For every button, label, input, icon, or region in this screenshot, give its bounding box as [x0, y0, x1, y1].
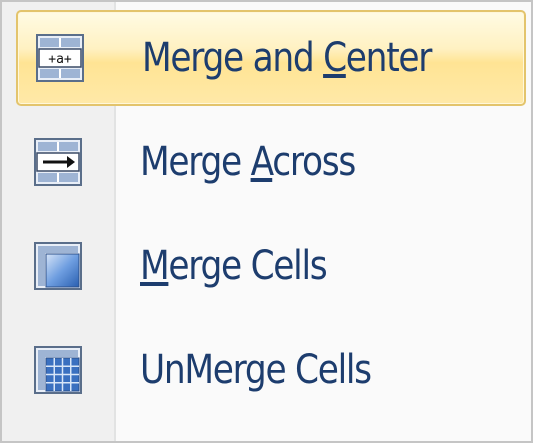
merge-cells-icon	[34, 242, 82, 290]
merge-across-item[interactable]: Merge Across	[16, 116, 526, 212]
merge-dropdown-menu: +a+ Merge and Center Merge Across Merge …	[0, 0, 533, 443]
unmerge-cells-item[interactable]: UnMerge Cells	[16, 324, 526, 420]
merge-and-center-item[interactable]: +a+ Merge and Center	[16, 10, 526, 106]
merge-across-label: Merge Across	[140, 139, 356, 185]
merge-across-icon	[34, 138, 82, 186]
unmerge-cells-icon	[34, 346, 82, 394]
merge-cells-item[interactable]: Merge Cells	[16, 220, 526, 316]
unmerge-cells-label: UnMerge Cells	[140, 347, 372, 393]
merge-and-center-icon: +a+	[36, 34, 84, 82]
merge-center-icon-glyph: +a+	[48, 52, 72, 67]
merge-cells-label: Merge Cells	[140, 243, 328, 289]
merge-and-center-label: Merge and Center	[142, 35, 432, 81]
